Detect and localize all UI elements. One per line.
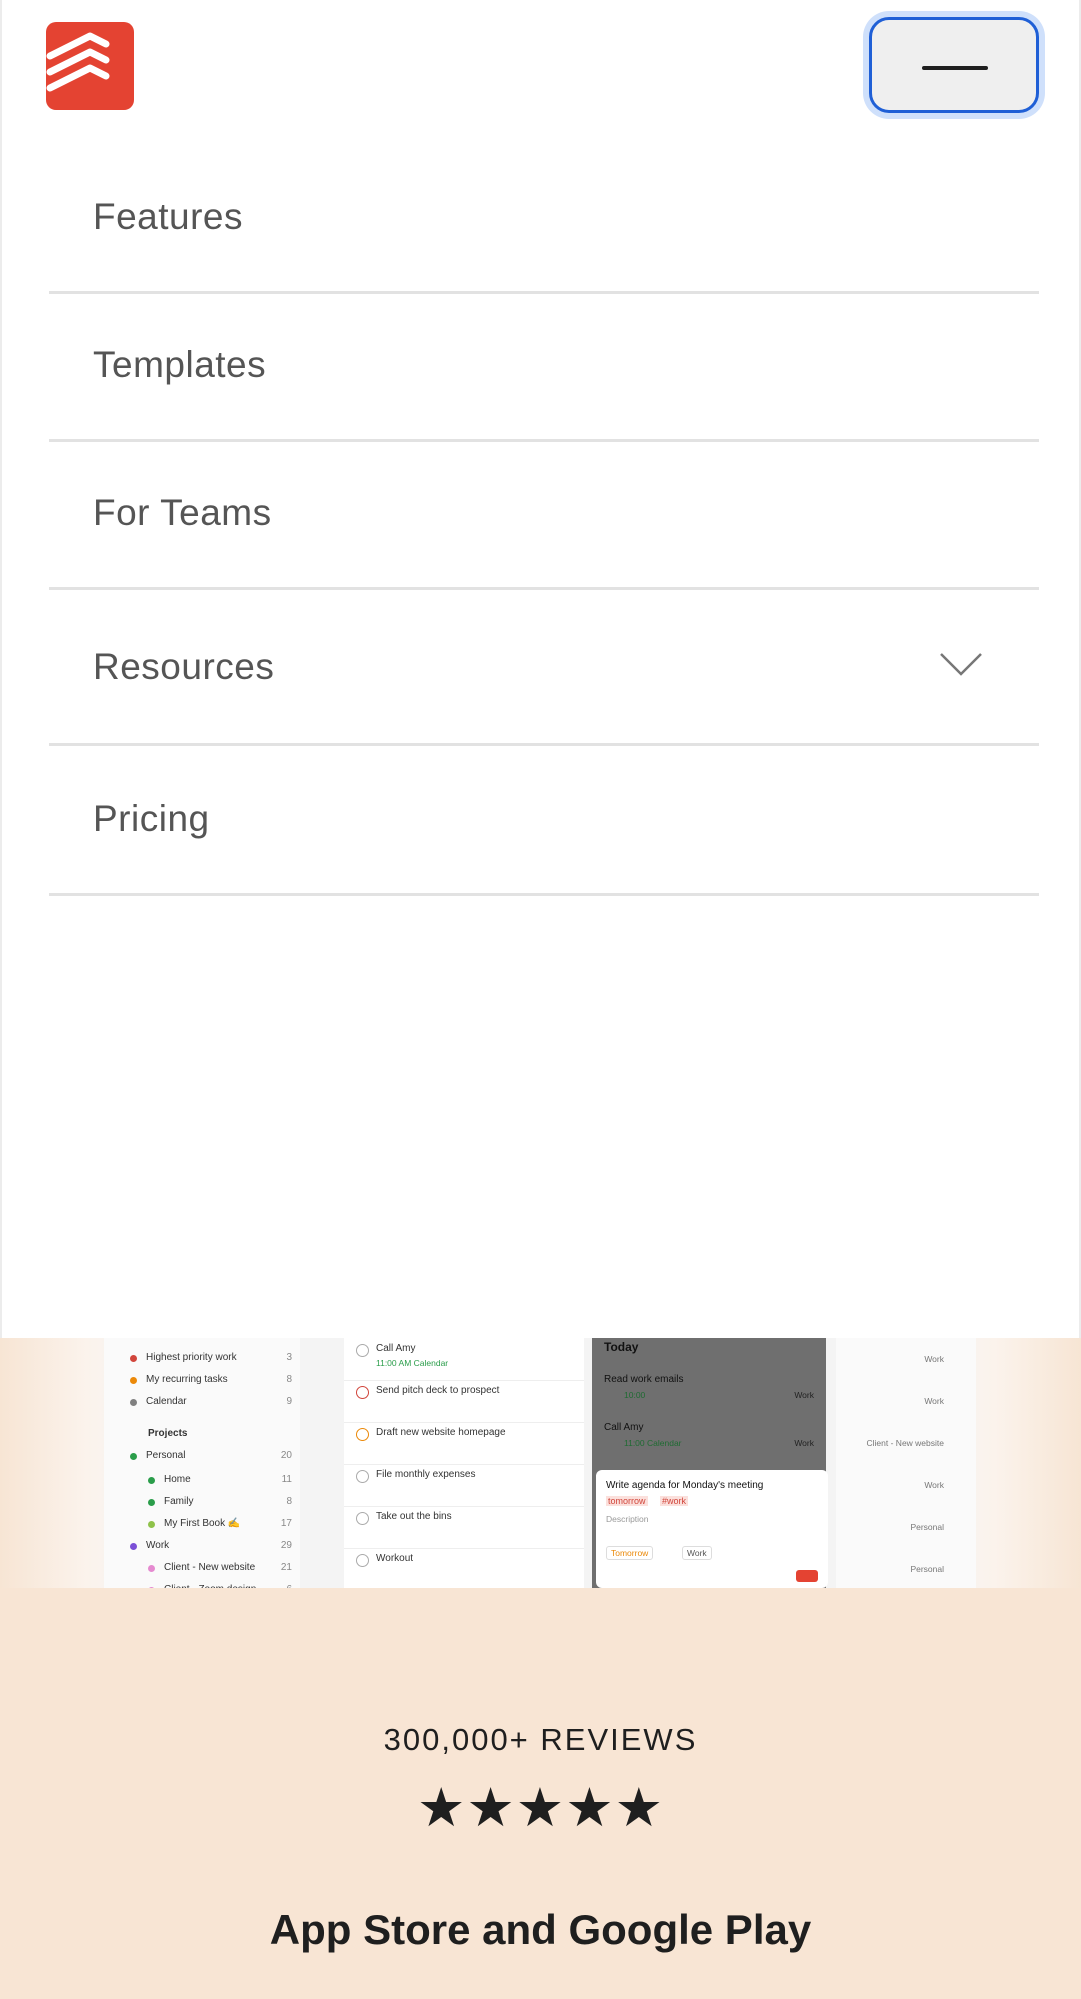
nav-item-for-teams[interactable]: For Teams	[49, 442, 1039, 590]
today-task-tag: Work	[794, 1390, 814, 1400]
task-row: Draft new website homepage	[344, 1422, 584, 1465]
task-project-tag: Work	[924, 1396, 944, 1406]
today-task-title: Read work emails	[604, 1374, 684, 1385]
task-row: Take out the bins	[344, 1506, 584, 1549]
task-project-tag: Personal	[910, 1564, 944, 1574]
quick-add-description: Description	[606, 1514, 649, 1524]
sidebar-project-item: Personal 20	[104, 1448, 300, 1466]
task-checkbox-icon	[356, 1470, 369, 1483]
today-task-tag: Work	[794, 1438, 814, 1448]
nav-item-templates[interactable]: Templates	[49, 294, 1039, 442]
project-dot-icon	[130, 1453, 137, 1460]
today-title: Today	[604, 1340, 639, 1354]
app-preview-hero: Highest priority work 3 My recurring tas…	[0, 1338, 1081, 1670]
task-checkbox-icon	[356, 1512, 369, 1525]
quick-add-project-chip: Work	[682, 1546, 712, 1560]
task-project-tag: Client - New website	[866, 1438, 944, 1448]
task-row: Call Amy 11:00 AM Calendar	[344, 1338, 584, 1381]
quick-add-title: Write agenda for Monday's meeting	[606, 1480, 764, 1491]
preview-task-list: Call Amy 11:00 AM Calendar Send pitch de…	[344, 1338, 584, 1591]
task-row: Send pitch deck to prospect	[344, 1380, 584, 1423]
nav-item-label: Resources	[93, 646, 275, 687]
sidebar-project-item: My First Book ✍️ 17	[104, 1516, 300, 1534]
task-checkbox-icon	[356, 1554, 369, 1567]
task-project-tag: Work	[924, 1354, 944, 1364]
quick-add-tag: tomorrow	[606, 1496, 648, 1506]
person-icon	[148, 1499, 155, 1506]
tag-icon	[130, 1399, 137, 1406]
sidebar-project-item: Work 29	[104, 1538, 300, 1556]
nav-item-label: Templates	[93, 344, 267, 385]
nav-item-label: Pricing	[93, 798, 210, 839]
sidebar-project-item: Family 8	[104, 1494, 300, 1512]
preview-right-column: Work Work Client - New website Work Pers…	[836, 1338, 976, 1588]
preview-sidebar: Highest priority work 3 My recurring tas…	[104, 1338, 300, 1595]
nav-item-features[interactable]: Features	[49, 146, 1039, 294]
today-task-time: 11:00 Calendar	[624, 1438, 682, 1448]
rating-stars-icon: ★★★★★	[416, 1778, 665, 1838]
send-icon	[796, 1570, 818, 1582]
task-checkbox-icon	[356, 1344, 369, 1357]
quick-add-card: Write agenda for Monday's meeting tomorr…	[596, 1470, 828, 1588]
sidebar-project-item: Client - New website 21	[104, 1560, 300, 1578]
task-row: File monthly expenses	[344, 1464, 584, 1507]
quick-add-date-chip: Tomorrow	[606, 1546, 654, 1560]
task-row: Workout	[344, 1548, 584, 1591]
preview-today-view: Today Read work emails 10:00 Work Call A…	[592, 1338, 828, 1588]
nav-item-label: Features	[93, 196, 244, 237]
todoist-logo-icon	[46, 32, 110, 92]
task-project-tag: Work	[924, 1480, 944, 1490]
reviews-section: 300,000+ REVIEWS ★★★★★ App Store and Goo…	[0, 1670, 1081, 1999]
task-project-tag: Personal	[910, 1522, 944, 1532]
today-task-title: Call Amy	[604, 1422, 644, 1433]
task-checkbox-icon	[356, 1428, 369, 1441]
nav-item-pricing[interactable]: Pricing	[49, 746, 1039, 896]
menu-toggle-button[interactable]	[869, 17, 1039, 113]
reviews-stores: App Store and Google Play	[269, 1906, 812, 1953]
sidebar-section-title: Projects	[148, 1428, 188, 1439]
mobile-nav-menu: Features Templates For Teams Resources P…	[0, 0, 1081, 1338]
sidebar-filter-item: Calendar 9	[104, 1394, 300, 1412]
chevron-down-icon	[940, 653, 982, 676]
drop-icon	[130, 1377, 137, 1384]
nav-item-resources[interactable]: Resources	[49, 590, 1039, 746]
person-icon	[148, 1565, 155, 1572]
hamburger-icon	[922, 66, 988, 70]
today-task-time: 10:00	[624, 1390, 646, 1400]
sidebar-project-item: Home 11	[104, 1472, 300, 1490]
nav-item-label: For Teams	[93, 492, 272, 533]
quick-add-tag: #work	[660, 1496, 689, 1506]
sidebar-filter-item: Highest priority work 3	[104, 1350, 300, 1368]
reviews-count: 300,000+ REVIEWS	[383, 1722, 698, 1757]
todoist-logo[interactable]	[46, 22, 134, 110]
person-icon	[130, 1543, 137, 1550]
main-nav: Features Templates For Teams Resources P…	[49, 146, 1039, 896]
task-checkbox-icon	[356, 1386, 369, 1399]
brush-stroke-divider	[0, 1588, 1081, 1670]
drop-icon	[130, 1355, 137, 1362]
sidebar-filter-item: My recurring tasks 8	[104, 1372, 300, 1390]
project-dot-icon	[148, 1521, 155, 1528]
project-dot-icon	[148, 1477, 155, 1484]
